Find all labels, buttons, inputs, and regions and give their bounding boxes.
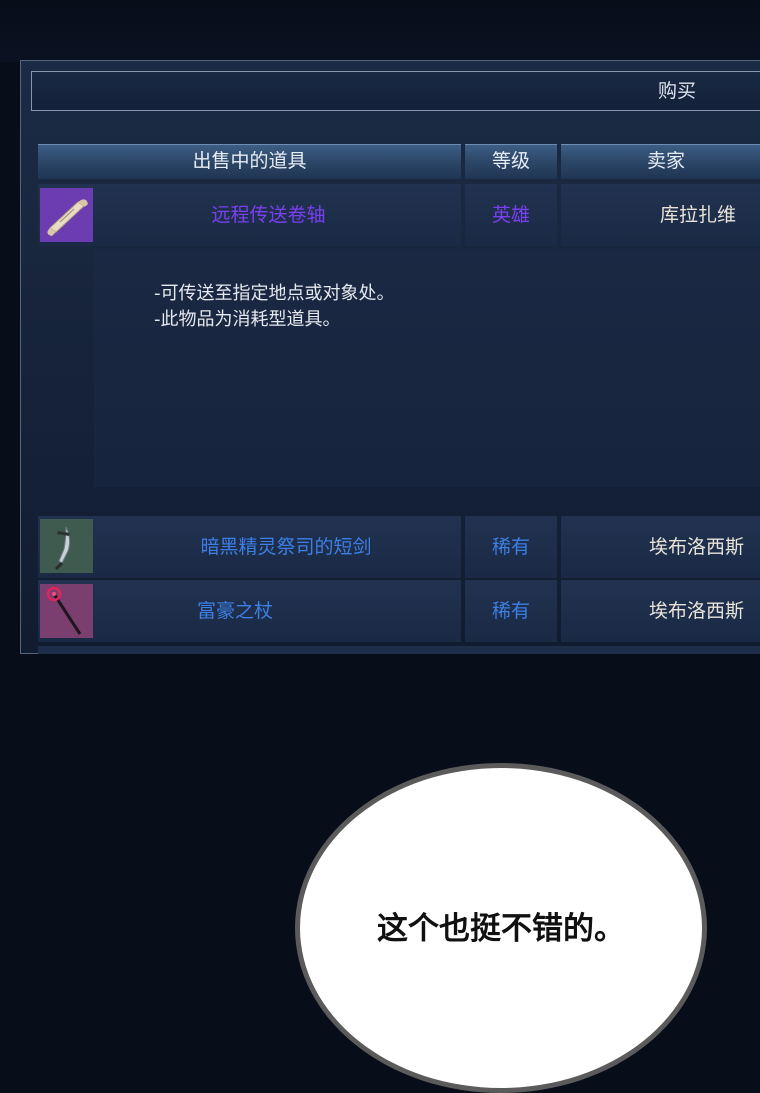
background-top <box>0 0 760 62</box>
description-line: -此物品为消耗型道具。 <box>154 309 341 330</box>
item-grade: 稀有 <box>465 516 557 578</box>
table-row-partial <box>38 646 760 654</box>
item-name: 富豪之杖 <box>196 600 273 622</box>
dagger-icon <box>40 519 93 573</box>
item-description: -可传送至指定地点或对象处。 -此物品为消耗型道具。 <box>94 249 760 487</box>
buy-label: 购买 <box>657 80 696 102</box>
description-line: -可传送至指定地点或对象处。 <box>154 283 395 304</box>
buy-button[interactable]: 购买 <box>31 71 760 111</box>
item-seller: 库拉扎维 <box>561 184 760 246</box>
column-header-seller: 卖家 <box>561 144 760 179</box>
column-header-grade: 等级 <box>465 144 557 179</box>
speech-bubble-text: 这个也挺不错的。 <box>377 911 625 947</box>
item-grade: 稀有 <box>465 580 557 642</box>
item-seller: 埃布洛西斯 <box>561 580 760 642</box>
staff-icon <box>40 584 93 638</box>
item-seller: 埃布洛西斯 <box>561 516 760 578</box>
scroll-icon <box>40 188 93 242</box>
item-name: 远程传送卷轴 <box>211 204 326 226</box>
item-name: 暗黑精灵祭司的短剑 <box>200 536 372 558</box>
speech-bubble: 这个也挺不错的。 <box>295 763 707 1093</box>
column-header-item: 出售中的道具 <box>38 144 461 179</box>
item-grade: 英雄 <box>465 184 557 246</box>
